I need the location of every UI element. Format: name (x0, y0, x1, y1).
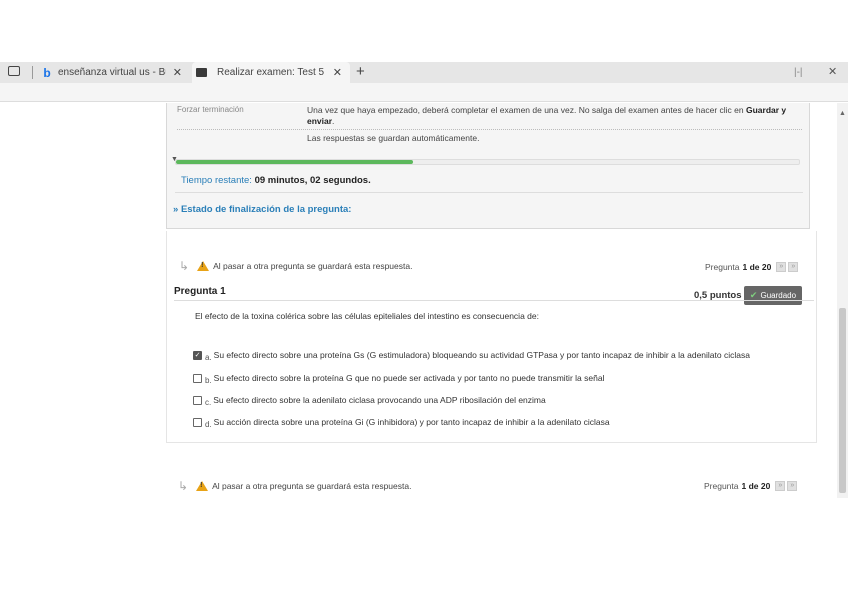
divider (177, 129, 802, 130)
warning-icon (196, 481, 209, 491)
time-remaining: Tiempo restante: 09 minutos, 02 segundos… (181, 175, 371, 186)
question-title: Pregunta 1 (174, 286, 226, 297)
nav-warning: ↳ Al pasar a otra pregunta se guardará e… (178, 478, 411, 494)
nav-arrow-icon: ↳ (179, 259, 190, 273)
time-progress-bar (175, 159, 800, 165)
window-minimize-button[interactable]: |‑| (794, 62, 803, 83)
next-question-button[interactable]: » (775, 481, 786, 491)
time-progress-fill (176, 160, 413, 164)
bottom-navigation: ↳ Al pasar a otra pregunta se guardará e… (176, 478, 816, 494)
question-panel: ↳ Al pasar a otra pregunta se guardará e… (166, 231, 817, 443)
answer-checkbox[interactable] (193, 395, 202, 405)
autosave-note: Las respuestas se guardan automáticament… (307, 133, 480, 143)
tab-actions-icon[interactable] (8, 66, 20, 76)
tab-title: Realizar examen: Test 5 – 2021/2 (217, 67, 325, 78)
divider (175, 192, 803, 193)
tab-close-icon[interactable]: ✕ (173, 66, 182, 79)
saved-status-button[interactable]: ✔ Guardado (744, 286, 802, 305)
scrollbar-thumb[interactable] (839, 308, 846, 493)
scroll-up-icon[interactable]: ▲ (839, 110, 846, 117)
tab-bing-search[interactable]: b enseñanza virtual us - Buscar ✕ (40, 62, 190, 83)
last-question-button[interactable]: » (787, 481, 798, 491)
page-scrollbar[interactable]: ▲ (837, 103, 848, 498)
window-close-button[interactable]: ✕ (828, 62, 837, 83)
answer-option-c[interactable]: c. Su efecto directo sobre la adenilato … (193, 395, 546, 407)
expand-icon: » (173, 204, 179, 215)
force-completion-label: Forzar terminación (177, 105, 244, 114)
browser-tab-bar: b enseñanza virtual us - Buscar ✕ Realiz… (0, 62, 848, 83)
warning-icon (197, 261, 210, 271)
exam-info-panel: Forzar terminación Una vez que haya empe… (166, 103, 810, 229)
address-bar[interactable] (0, 83, 848, 102)
question-text: El efecto de la toxina colérica sobre la… (195, 311, 539, 321)
tab-exam[interactable]: Realizar examen: Test 5 – 2021/2 ✕ (192, 62, 350, 83)
answer-option-d[interactable]: d. Su acción directa sobre una proteína … (193, 417, 610, 429)
bing-icon: b (43, 65, 51, 80)
tab-close-icon[interactable]: ✕ (333, 66, 342, 79)
answer-checkbox[interactable] (193, 373, 202, 383)
tab-separator (32, 66, 33, 79)
nav-arrow-icon: ↳ (178, 479, 189, 493)
answer-checkbox[interactable] (193, 417, 202, 427)
answer-option-b[interactable]: b. Su efecto directo sobre la proteína G… (193, 373, 604, 385)
question-pager: Pregunta 1 de 20 » » (704, 481, 798, 491)
force-completion-text: Una vez que haya empezado, deberá comple… (307, 105, 787, 126)
question-pager: Pregunta 1 de 20 » » (705, 262, 799, 272)
nav-warning: ↳ Al pasar a otra pregunta se guardará e… (179, 258, 412, 274)
divider (174, 300, 814, 301)
blackboard-icon (196, 68, 207, 77)
completion-status-toggle[interactable]: » Estado de finalización de la pregunta: (173, 204, 351, 215)
new-tab-button[interactable]: + (356, 62, 365, 83)
answer-option-a[interactable]: ✓ a. Su efecto directo sobre una proteín… (193, 350, 750, 362)
last-question-button[interactable]: » (788, 262, 799, 272)
next-question-button[interactable]: » (776, 262, 787, 272)
answer-checkbox[interactable]: ✓ (193, 350, 202, 360)
tab-title: enseñanza virtual us - Buscar (58, 67, 166, 78)
